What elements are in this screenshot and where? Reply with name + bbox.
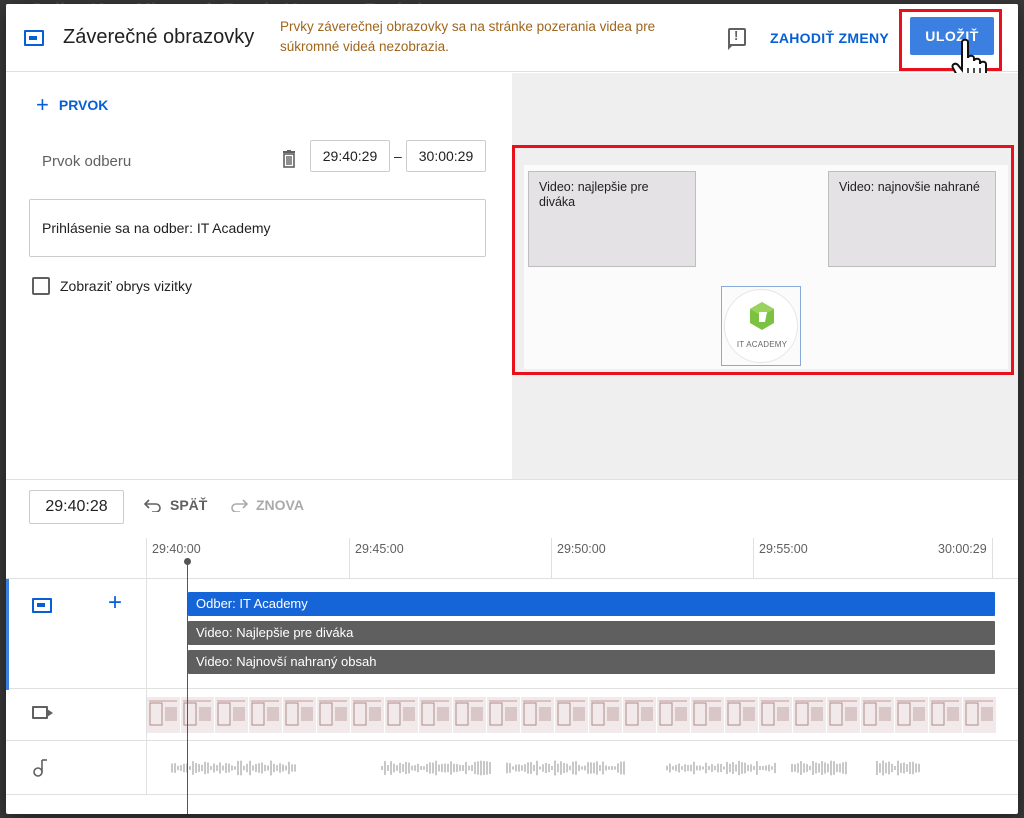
start-time-input[interactable]: 29:40:29 (310, 140, 390, 172)
ruler-tick (146, 538, 147, 578)
preview-highlight-frame (512, 145, 1014, 375)
redo-button[interactable]: ZNOVA (230, 497, 304, 513)
ruler-tick (753, 538, 754, 578)
plus-icon: + (36, 92, 49, 117)
end-screen-track-row: + Odber: IT Academy Video: Najlepšie pre… (6, 578, 1018, 690)
private-video-notice: Prvky záverečnej obrazovky sa na stránke… (280, 19, 656, 54)
add-element-button[interactable]: + PRVOK (36, 93, 108, 117)
subscribe-track-block[interactable]: Odber: IT Academy (188, 592, 995, 616)
dialog-header: Záverečné obrazovky Prvky záverečnej obr… (6, 4, 1018, 89)
timeline-section: 29:40:28 SPÄŤ ZNOVA 29:40:00 29:45:00 29… (6, 479, 1018, 814)
show-outline-checkbox[interactable] (32, 277, 50, 295)
ruler-tick-label: 30:00:29 (938, 542, 987, 556)
end-screen-track-icon (32, 598, 52, 613)
ruler-tick (349, 538, 350, 578)
best-video-track-block[interactable]: Video: Najlepšie pre diváka (188, 621, 995, 645)
undo-label: SPÄŤ (170, 497, 208, 513)
element-type-label: Prvok odberu (42, 153, 132, 170)
ruler-tick-label: 29:50:00 (557, 542, 606, 556)
video-filmstrip (147, 697, 996, 733)
trash-icon[interactable] (282, 150, 296, 168)
dialog-title: Záverečné obrazovky (63, 26, 255, 48)
audio-track-row (6, 741, 1018, 795)
redo-icon (231, 499, 248, 512)
track-accent (6, 579, 9, 690)
undo-button[interactable]: SPÄŤ (144, 497, 207, 513)
add-track-element-button[interactable]: + (108, 589, 122, 617)
timeline-playhead[interactable] (184, 558, 191, 814)
element-settings-panel: + PRVOK Prvok odberu 29:40:29 – 30:00:29… (6, 73, 512, 479)
end-screen-icon (24, 30, 44, 46)
music-note-icon (33, 759, 47, 777)
video-camera-icon (32, 706, 53, 719)
show-outline-label: Zobraziť obrys vizitky (60, 278, 193, 294)
ruler-tick (992, 538, 993, 578)
time-separator: – (394, 148, 402, 164)
current-time-input[interactable]: 29:40:28 (29, 490, 124, 524)
undo-icon (144, 499, 161, 512)
feedback-icon[interactable] (728, 28, 746, 50)
audio-waveform (171, 760, 920, 776)
show-outline-option[interactable]: Zobraziť obrys vizitky (32, 277, 192, 295)
end-time-input[interactable]: 30:00:29 (406, 140, 486, 172)
discard-changes-button[interactable]: ZAHODIŤ ZMENY (764, 24, 895, 52)
subscribe-channel-field[interactable]: Prihlásenie sa na odber: IT Academy (29, 199, 486, 257)
end-screen-editor-dialog: Záverečné obrazovky Prvky záverečnej obr… (6, 4, 1018, 814)
track-divider (146, 579, 147, 688)
ruler-tick-label: 29:40:00 (152, 542, 201, 556)
video-track-row (6, 689, 1018, 741)
recent-video-track-block[interactable]: Video: Najnovší nahraný obsah (188, 650, 995, 674)
add-element-label: PRVOK (58, 97, 109, 113)
video-preview-panel: Video: najlepšie pre diváka Video: najno… (512, 73, 1018, 479)
ruler-tick-label: 29:55:00 (759, 542, 808, 556)
timeline-ruler[interactable]: 29:40:00 29:45:00 29:50:00 29:55:00 30:0… (146, 538, 998, 578)
redo-label: ZNOVA (256, 497, 304, 513)
ruler-tick-label: 29:45:00 (355, 542, 404, 556)
ruler-tick (551, 538, 552, 578)
